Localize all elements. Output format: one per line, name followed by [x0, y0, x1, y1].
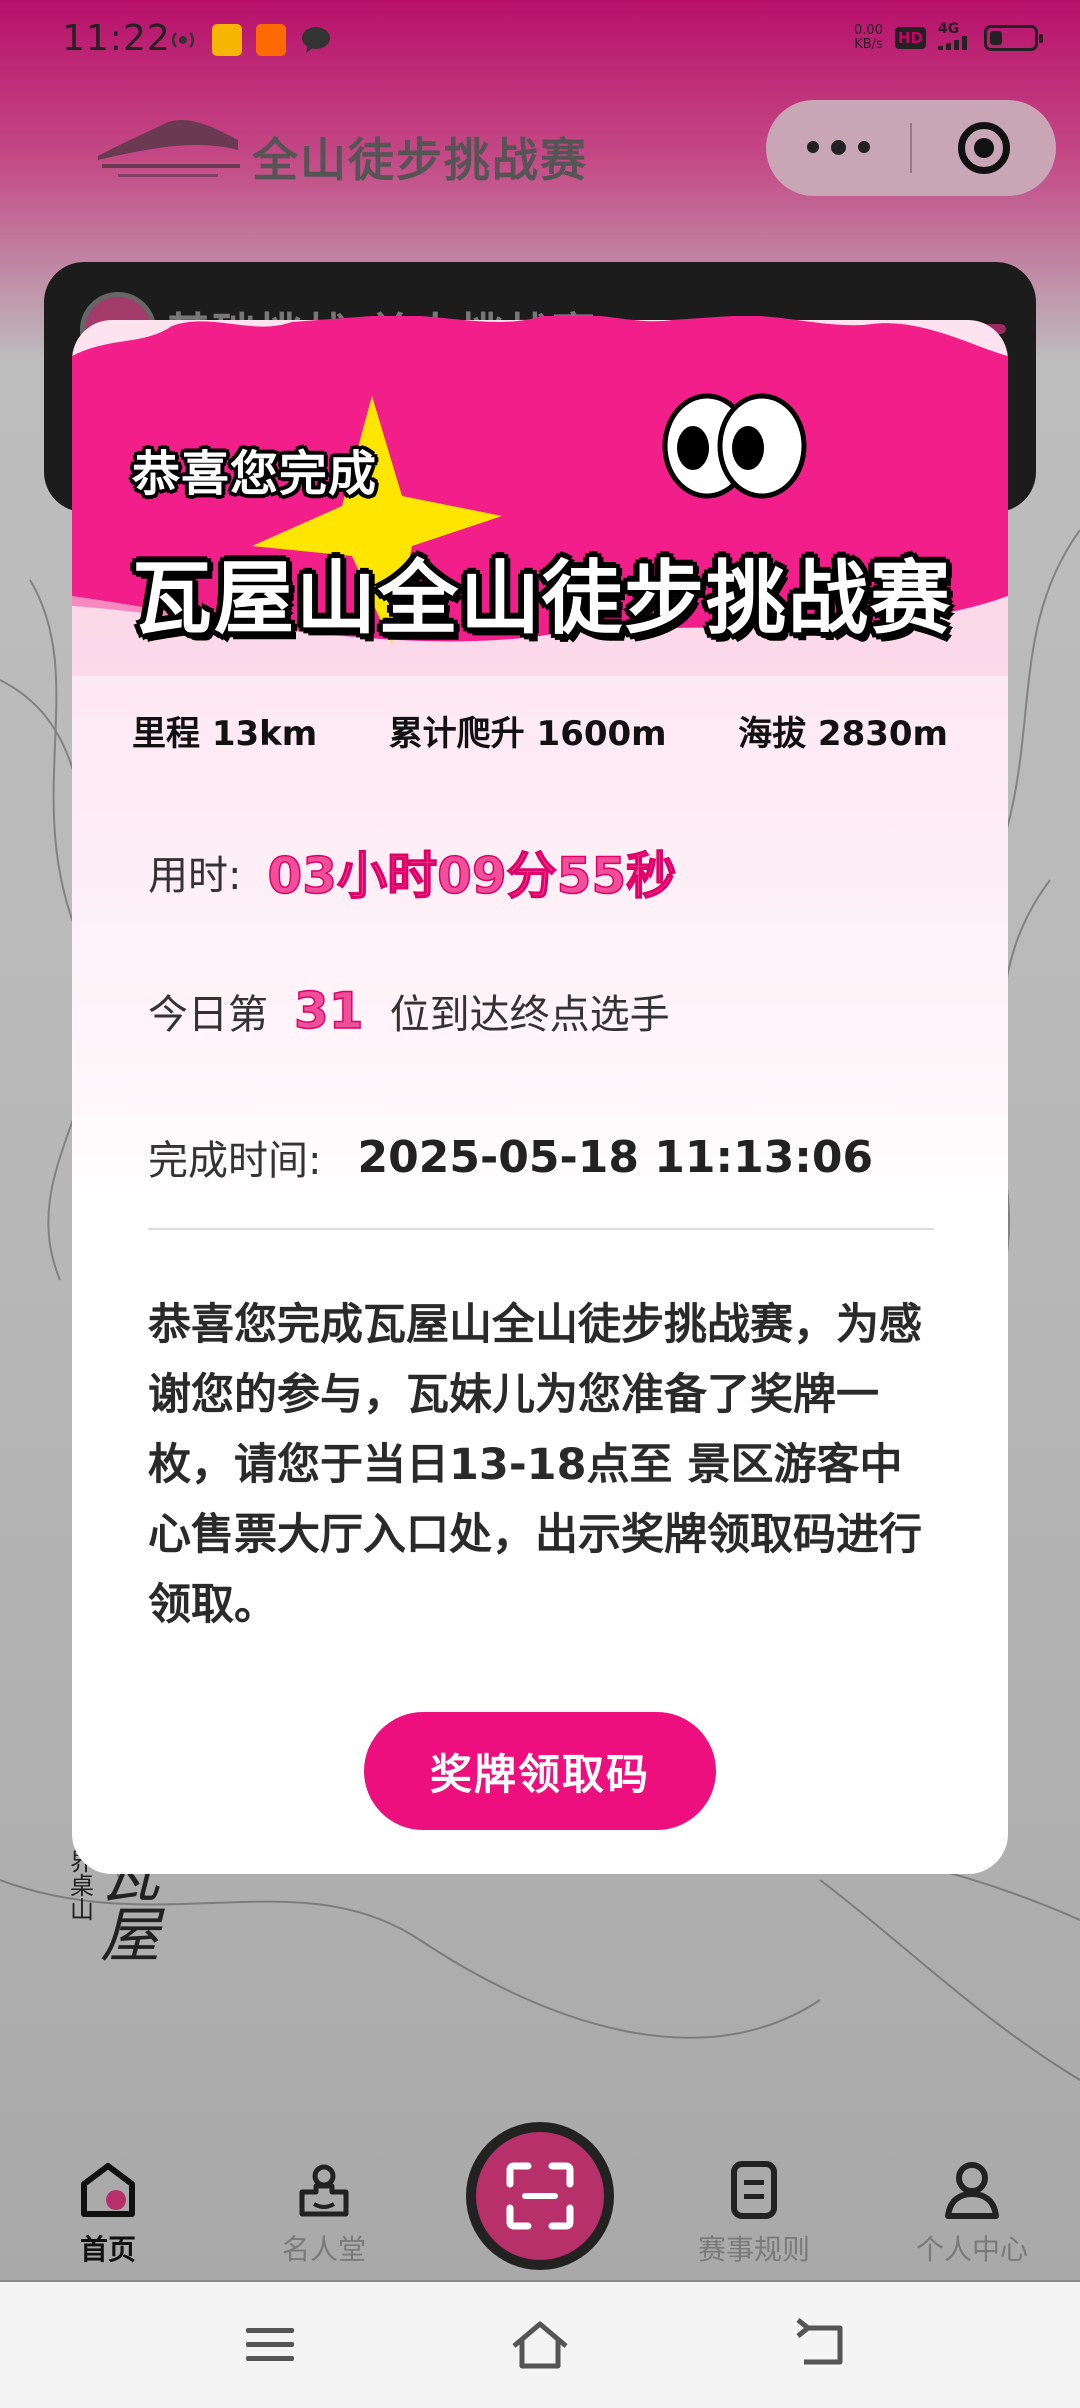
status-notification-icons: [168, 24, 332, 56]
home-icon: [81, 2163, 135, 2217]
hotspot-icon: [171, 32, 195, 48]
tab-rules[interactable]: 赛事规则: [674, 2160, 834, 2268]
rank-suffix: 位到达终点选手: [389, 992, 670, 1038]
target-icon: [958, 122, 1010, 174]
duration-row: 用时: 03小时09分55秒: [148, 836, 702, 908]
network-speed: 0.00 KB/s: [854, 22, 883, 52]
podium-icon: [299, 2164, 349, 2217]
stat-elevation-gain: 累计爬升 1600m: [388, 714, 667, 754]
status-time: 11:22: [62, 18, 171, 59]
tab-hall-of-fame[interactable]: 名人堂: [244, 2160, 404, 2268]
wawushan-logo: [98, 120, 240, 177]
tab-label: 赛事规则: [697, 2233, 810, 2266]
tab-label: 个人中心: [915, 2233, 1028, 2266]
status-bar: 11:22 0.00 KB/s HD 4G: [0, 0, 1080, 86]
duration-value: 03小时09分55秒: [267, 846, 677, 906]
document-icon: [731, 2161, 777, 2219]
signal-icon: 4G: [938, 22, 972, 53]
meituan-app-icon: [212, 24, 242, 56]
system-navigation-bar: [0, 2282, 1080, 2408]
page-title: 全山徒步挑战赛: [252, 133, 588, 187]
app-header: 全山徒步挑战赛: [0, 86, 1080, 216]
menu-icon[interactable]: [240, 2318, 300, 2372]
modal-title: 瓦屋山全山徒步挑战赛: [132, 552, 952, 645]
home-nav-icon[interactable]: [510, 2318, 570, 2372]
rank-value: 31: [293, 981, 364, 1041]
hd-badge: HD: [894, 26, 926, 49]
taobao-app-icon: [256, 24, 286, 56]
battery-icon: [984, 24, 1043, 51]
finish-time-value: 2025-05-18 11:13:06: [357, 1131, 874, 1183]
rank-prefix: 今日第: [148, 992, 268, 1038]
user-icon: [945, 2162, 999, 2219]
rank-row: 今日第 31 位到达终点选手: [148, 981, 670, 1041]
miniprogram-capsule: [766, 100, 1056, 196]
finish-time-row: 完成时间: 2025-05-18 11:13:06: [148, 1128, 873, 1186]
medal-claim-code-button[interactable]: 奖牌领取码: [364, 1712, 716, 1830]
race-stats: 里程 13km 累计爬升 1600m 海拔 2830m: [132, 706, 948, 755]
stat-distance: 里程 13km: [132, 714, 318, 754]
divider: [148, 1228, 934, 1230]
status-system-icons: 0.00 KB/s HD 4G: [854, 22, 1043, 53]
tab-label: 首页: [79, 2233, 136, 2266]
finish-time-label: 完成时间:: [148, 1138, 322, 1184]
scan-icon: [506, 2162, 574, 2230]
tab-home[interactable]: 首页: [28, 2160, 188, 2268]
close-miniprogram-button[interactable]: [912, 122, 1056, 174]
stat-altitude: 海拔 2830m: [738, 714, 948, 754]
duration-label: 用时:: [148, 853, 242, 899]
chat-bubble-icon: [302, 27, 330, 53]
back-icon[interactable]: [794, 2318, 854, 2372]
modal-subtitle: 恭喜您完成: [132, 446, 378, 502]
more-options-button[interactable]: [766, 140, 910, 155]
scan-button[interactable]: [466, 2122, 614, 2270]
tab-profile[interactable]: 个人中心: [892, 2160, 1052, 2268]
tab-label: 名人堂: [281, 2233, 366, 2266]
completion-message: 恭喜您完成瓦屋山全山徒步挑战赛，为感谢您的参与，瓦妹儿为您准备了奖牌一枚，请您于…: [148, 1300, 922, 1630]
